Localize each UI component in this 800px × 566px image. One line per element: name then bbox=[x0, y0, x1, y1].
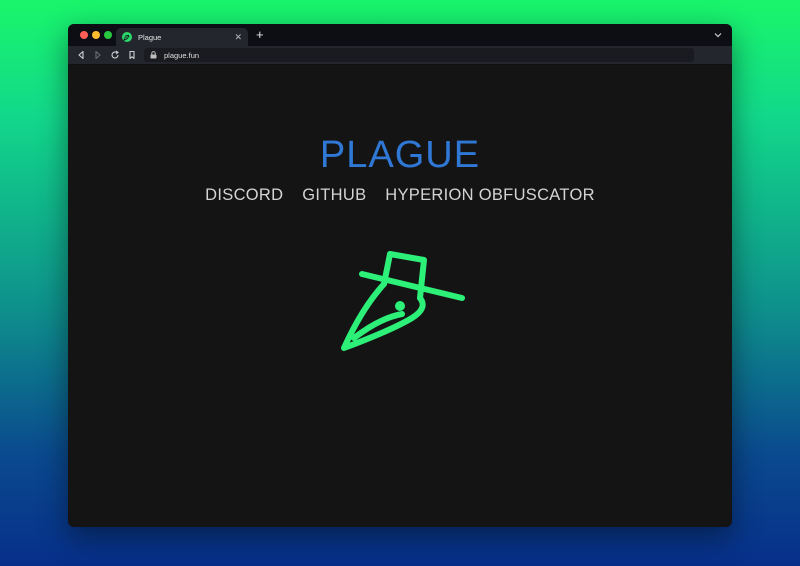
forward-icon[interactable] bbox=[93, 50, 103, 60]
browser-toolbar: plague.fun bbox=[68, 46, 732, 65]
close-window-button[interactable] bbox=[80, 31, 88, 39]
reload-icon[interactable] bbox=[110, 50, 120, 60]
chevron-down-icon[interactable] bbox=[712, 29, 724, 41]
nav-link-hyperion-obfuscator[interactable]: HYPERION OBFUSCATOR bbox=[385, 186, 595, 204]
new-tab-button[interactable]: + bbox=[256, 28, 264, 42]
tab-bar: Plague ✕ + bbox=[68, 24, 732, 46]
back-icon[interactable] bbox=[76, 50, 86, 60]
nav-link-discord[interactable]: DISCORD bbox=[205, 186, 283, 204]
maximize-window-button[interactable] bbox=[104, 31, 112, 39]
page-title: PLAGUE bbox=[319, 134, 481, 176]
lock-icon bbox=[150, 51, 157, 59]
address-bar[interactable]: plague.fun bbox=[144, 48, 694, 62]
tab-title: Plague bbox=[138, 32, 162, 42]
close-icon[interactable]: ✕ bbox=[234, 32, 242, 42]
plague-doctor-icon bbox=[122, 32, 132, 42]
minimize-window-button[interactable] bbox=[92, 31, 100, 39]
tab-plague[interactable]: Plague ✕ bbox=[116, 28, 248, 46]
bookmark-icon[interactable] bbox=[127, 50, 137, 60]
browser-window: Plague ✕ + plague.fun PLAGUE DISCORD GIT… bbox=[68, 24, 732, 527]
nav-link-github[interactable]: GITHUB bbox=[302, 186, 366, 204]
page-content: PLAGUE DISCORD GITHUB HYPERION OBFUSCATO… bbox=[68, 65, 732, 527]
plague-doctor-mask-icon bbox=[341, 251, 465, 351]
site-nav: DISCORD GITHUB HYPERION OBFUSCATOR bbox=[68, 186, 732, 205]
url-text: plague.fun bbox=[164, 50, 200, 60]
